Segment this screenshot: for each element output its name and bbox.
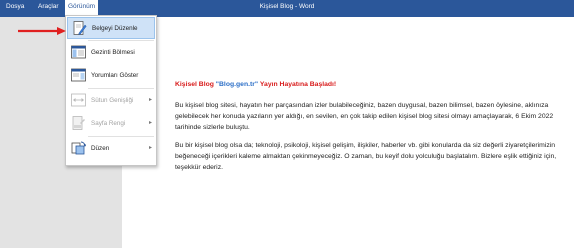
menu-item-label: Belgeyi Düzenle [92, 25, 138, 32]
view-menu-dropdown: Belgeyi Düzenle Gezinti Bölmesi Yorumlar… [65, 15, 157, 166]
document-paragraph-2: Bu bir kişisel blog olsa da; teknoloji, … [175, 142, 557, 171]
menu-item-navigation-pane[interactable]: Gezinti Bölmesi [67, 42, 155, 64]
menu-item-page-color[interactable]: Sayfa Rengi ▸ [67, 113, 155, 135]
menu-item-layout[interactable]: Düzen ▸ [67, 138, 155, 160]
menu-item-label: Yorumları Göster [91, 72, 139, 79]
document-paragraph-1: Bu kişisel blog sitesi, hayatın her parç… [175, 102, 554, 131]
menu-item-label: Sayfa Rengi [91, 120, 126, 127]
show-comments-icon [71, 68, 86, 82]
menu-item-label: Sütun Genişliği [91, 97, 134, 104]
submenu-arrow-icon: ▸ [148, 120, 152, 126]
edit-document-icon [73, 21, 87, 35]
annotation-arrow-icon [18, 27, 66, 35]
window-title: Kişisel Blog - Word [259, 3, 315, 10]
column-width-icon [71, 93, 86, 107]
menu-item-edit-document[interactable]: Belgeyi Düzenle [67, 17, 155, 39]
menu-item-show-comments[interactable]: Yorumları Göster [67, 65, 155, 87]
menu-separator [88, 136, 154, 137]
navigation-pane-icon [71, 45, 86, 59]
menu-separator [88, 40, 154, 41]
submenu-arrow-icon: ▸ [148, 97, 152, 103]
heading-prefix: Kişisel Blog [175, 81, 216, 88]
document-heading: Kişisel Blog "Blog.gen.tr" Yayın Hayatın… [175, 79, 565, 90]
document-body[interactable]: Kişisel Blog "Blog.gen.tr" Yayın Hayatın… [175, 79, 565, 180]
menu-item-label: Düzen [91, 145, 110, 152]
menu-item-column-width[interactable]: Sütun Genişliği ▸ [67, 90, 155, 112]
submenu-arrow-icon: ▸ [148, 145, 152, 151]
heading-suffix: Yayın Hayatına Başladı! [258, 81, 337, 88]
page-color-icon [72, 116, 85, 130]
layout-icon [71, 141, 86, 155]
menu-item-label: Gezinti Bölmesi [91, 49, 135, 56]
heading-site-name: "Blog.gen.tr" [215, 81, 259, 88]
menu-separator [88, 88, 154, 89]
